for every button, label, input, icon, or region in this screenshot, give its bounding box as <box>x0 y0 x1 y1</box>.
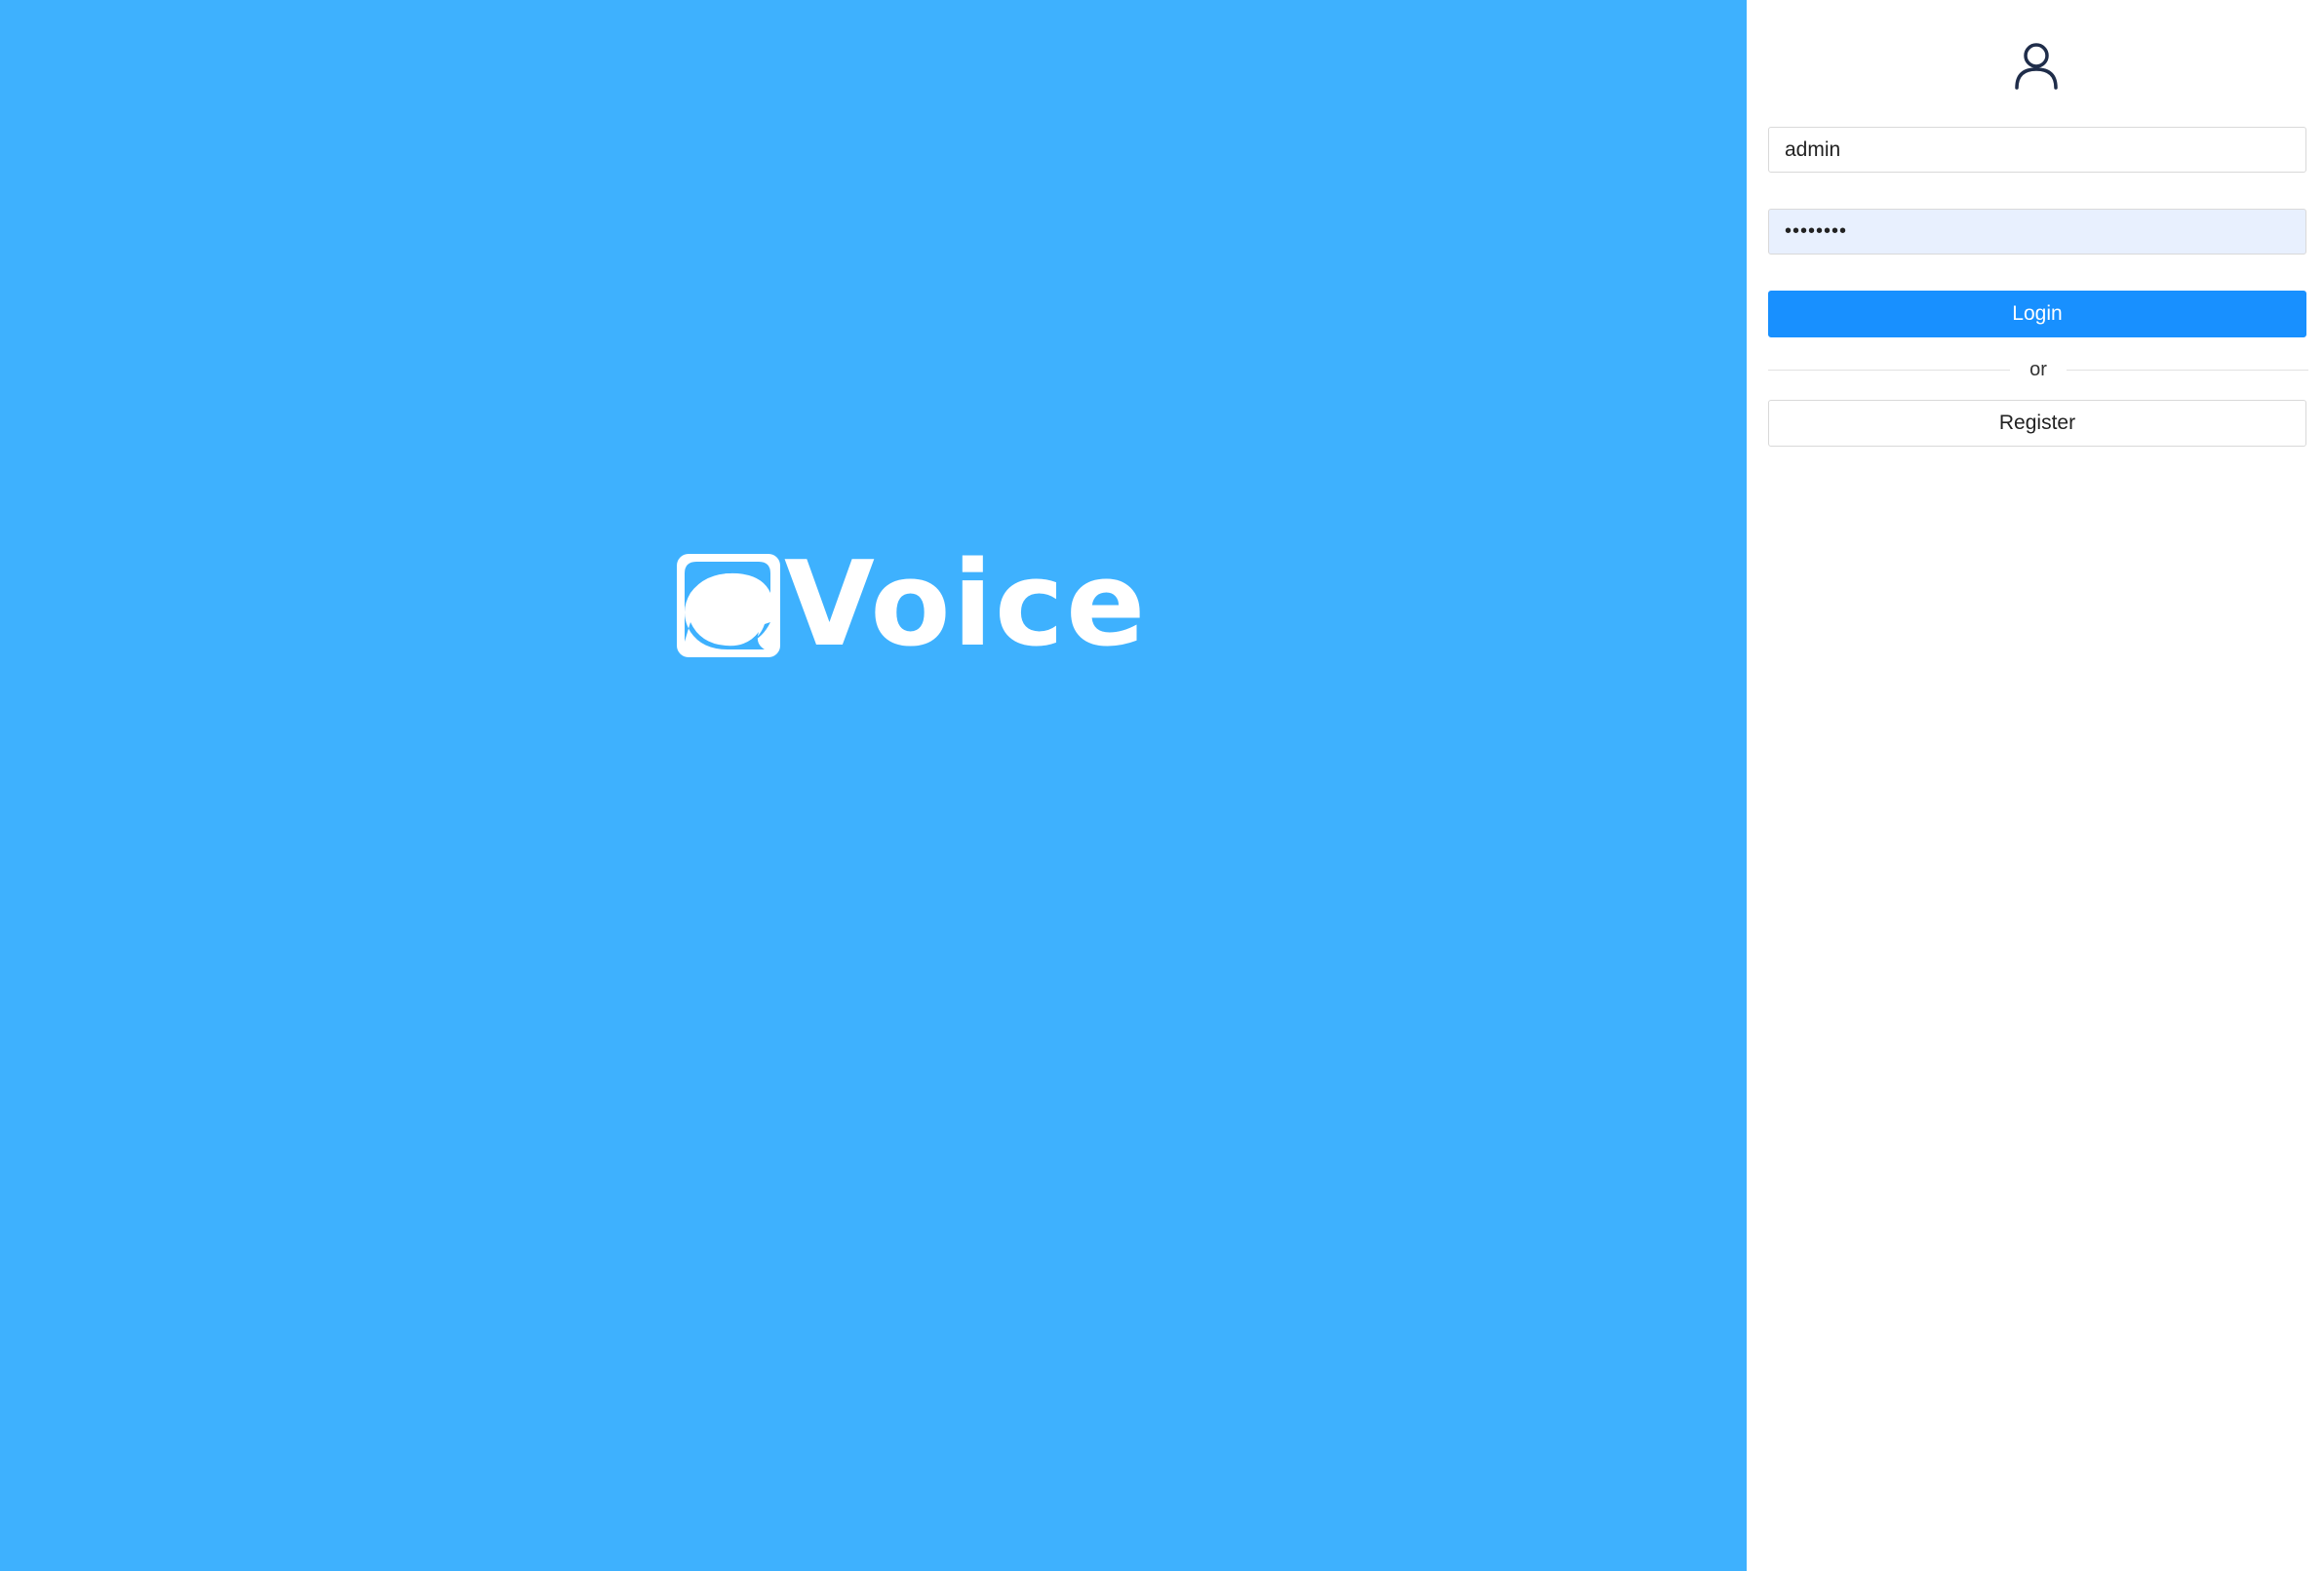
brand-name: Voice <box>784 537 1148 673</box>
divider-label: or <box>2029 358 2047 380</box>
brand-logo: Voice <box>677 547 1147 664</box>
login-page: Voice Login or Register <box>0 0 2324 1571</box>
register-button[interactable]: Register <box>1768 400 2306 447</box>
or-divider: or <box>1768 355 2309 384</box>
divider-line-right <box>2066 369 2309 371</box>
brand-panel: Voice <box>0 0 1747 1571</box>
login-panel: Login or Register <box>1747 0 2324 1571</box>
divider-line-left <box>1768 369 2011 371</box>
password-input[interactable] <box>1768 209 2306 255</box>
username-input[interactable] <box>1768 127 2306 173</box>
login-button[interactable]: Login <box>1768 291 2306 337</box>
q-logo-icon <box>677 554 780 657</box>
user-icon <box>2015 43 2058 90</box>
